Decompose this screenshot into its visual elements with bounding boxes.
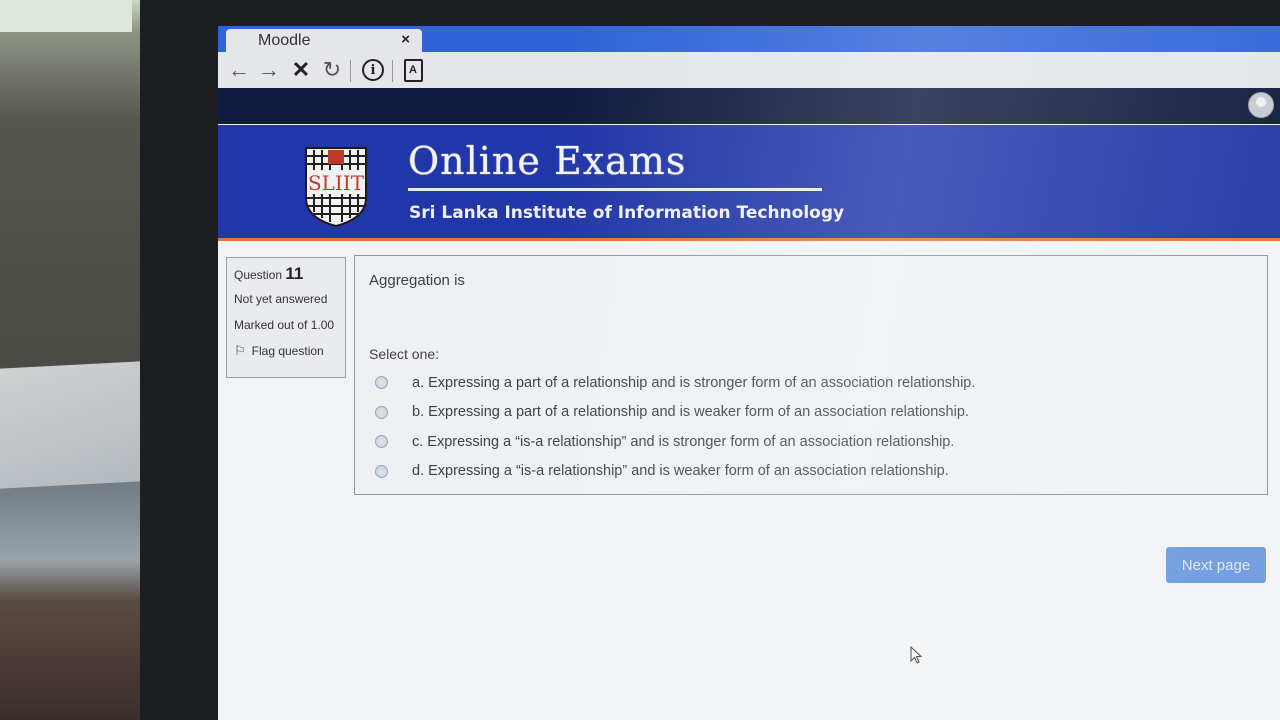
answer-list: a. Expressing a part of a relationship a…	[375, 368, 975, 486]
answer-radio-a[interactable]	[375, 376, 388, 390]
answer-radio-d[interactable]	[375, 464, 388, 478]
answer-label-d[interactable]: d. Expressing a “is-a relationship” and …	[412, 463, 949, 479]
question-content: Aggregation is Select one: a. Expressing…	[354, 255, 1268, 495]
question-number-value: 11	[285, 264, 304, 283]
back-arrow-icon[interactable]: ←	[226, 57, 252, 82]
answer-option-b[interactable]: b. Expressing a part of a relationship a…	[375, 398, 975, 428]
user-avatar[interactable]	[1248, 92, 1274, 118]
reader-view-icon: A	[403, 58, 423, 82]
flag-question-link[interactable]: ⚐ Flag question	[234, 343, 339, 359]
question-text: Aggregation is	[369, 272, 465, 289]
question-info-panel: Question 11 Not yet answered Marked out …	[226, 257, 346, 378]
flag-question-label: Flag question	[251, 344, 324, 358]
forward-arrow-icon[interactable]: →	[256, 57, 282, 82]
tab-close-icon[interactable]: ×	[401, 31, 410, 48]
mouse-pointer-icon	[910, 646, 922, 664]
question-state: Not yet answered	[234, 292, 328, 306]
answer-option-a[interactable]: a. Expressing a part of a relationship a…	[375, 368, 975, 398]
info-icon: i	[362, 59, 384, 81]
background-window	[0, 0, 132, 32]
crest-lettering: SLIIT	[308, 171, 365, 195]
reload-icon[interactable]: ↻	[319, 57, 345, 82]
banner-subtitle: Sri Lanka Institute of Information Techn…	[409, 203, 845, 223]
tab-title: Moodle	[258, 32, 311, 49]
answer-label-b[interactable]: b. Expressing a part of a relationship a…	[412, 404, 969, 420]
monitor-screen: Moodle × ← → ✕ ↻ i A SLIIT Online Exams …	[218, 26, 1280, 720]
stop-icon[interactable]: ✕	[288, 57, 314, 82]
select-one-prompt: Select one:	[369, 346, 440, 362]
background-room	[0, 0, 145, 720]
browser-toolbar: ← → ✕ ↻ i A	[218, 52, 1280, 89]
background-paper	[0, 361, 140, 489]
reader-view-button[interactable]: A	[400, 58, 426, 82]
site-info-button[interactable]: i	[360, 58, 386, 82]
answer-option-d[interactable]: d. Expressing a “is-a relationship” and …	[375, 457, 975, 487]
moodle-navbar	[218, 88, 1280, 124]
question-number-label: Question	[234, 268, 283, 282]
flag-icon: ⚐	[234, 343, 246, 358]
answer-radio-b[interactable]	[375, 405, 388, 419]
next-page-button[interactable]: Next page	[1166, 547, 1266, 583]
sliit-crest-logo: SLIIT	[305, 147, 367, 228]
banner-title: Online Exams	[408, 139, 687, 183]
toolbar-divider	[392, 60, 393, 82]
answer-label-a[interactable]: a. Expressing a part of a relationship a…	[412, 375, 975, 391]
question-number: Question 11	[234, 264, 339, 284]
question-grade: Marked out of 1.00	[234, 318, 335, 332]
answer-radio-c[interactable]	[375, 435, 388, 449]
toolbar-divider	[350, 60, 351, 82]
banner-divider	[408, 188, 822, 191]
answer-option-c[interactable]: c. Expressing a “is-a relationship” and …	[375, 427, 975, 457]
browser-tabstrip: Moodle ×	[218, 26, 1280, 55]
answer-label-c[interactable]: c. Expressing a “is-a relationship” and …	[412, 434, 954, 450]
site-banner: SLIIT Online Exams Sri Lanka Institute o…	[218, 125, 1280, 241]
